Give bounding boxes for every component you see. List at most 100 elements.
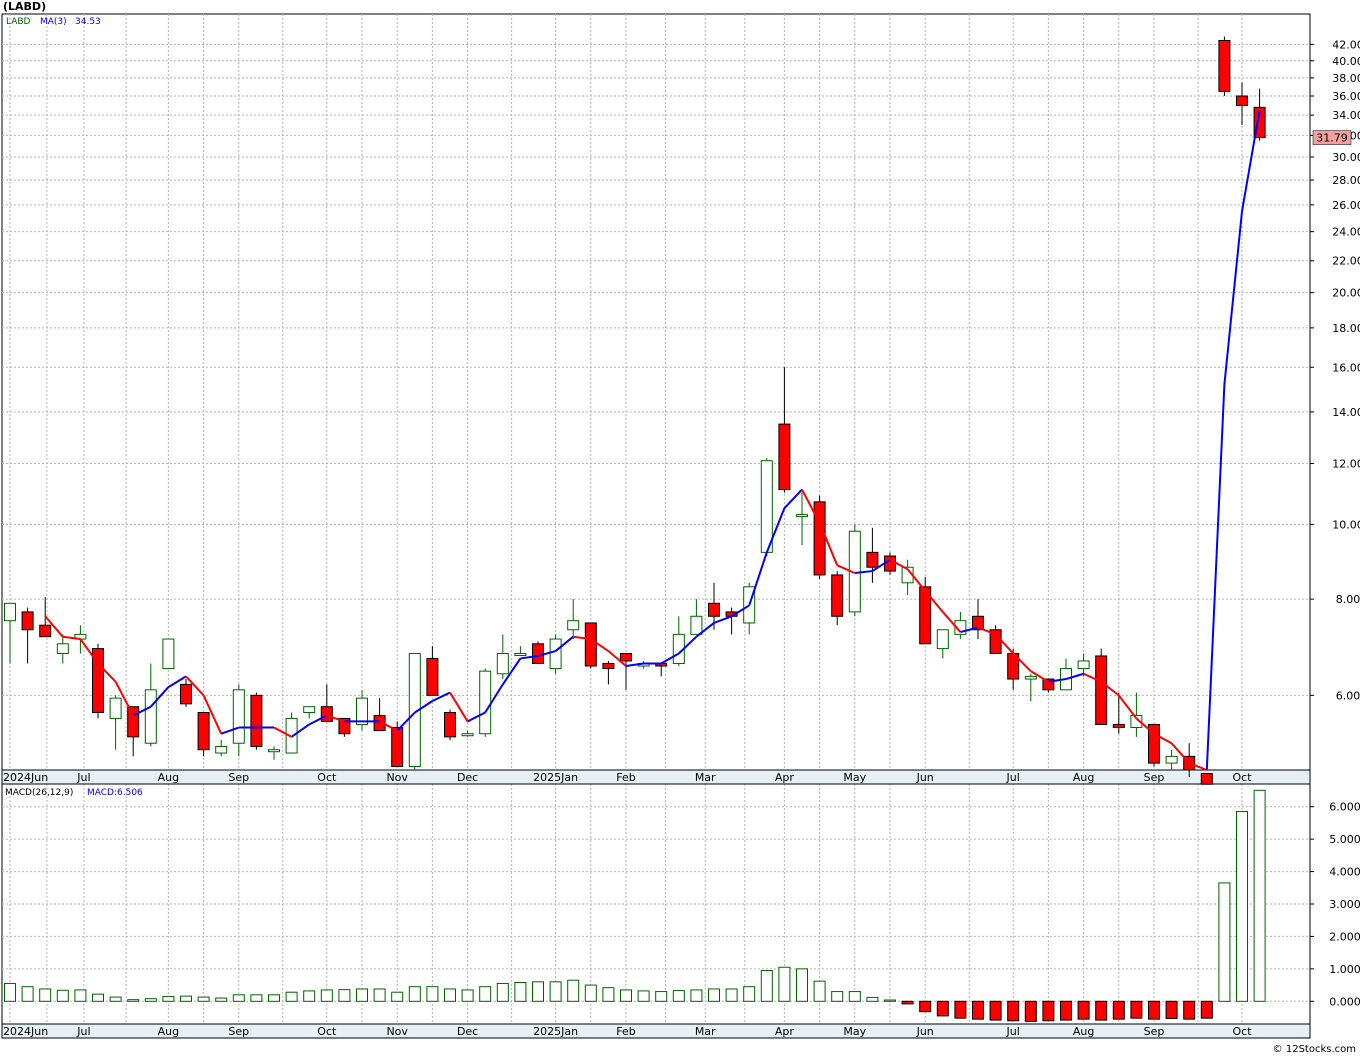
price-y-tick-label: 18.00: [1332, 322, 1360, 335]
macd-y-tick-label: 4.000: [1329, 866, 1360, 879]
macd-y-tick-label: 2.000: [1329, 930, 1360, 943]
price-x-tick-label: Oct: [1232, 771, 1252, 784]
candle-body: [532, 643, 544, 664]
macd-bar: [479, 986, 492, 1002]
macd-x-tick-label: May: [843, 1025, 866, 1038]
macd-bar: [1024, 1000, 1037, 1022]
price-y-tick-label: 6.00: [1336, 689, 1360, 702]
price-x-tick-label: Jul: [76, 771, 90, 784]
price-x-tick-label: Feb: [616, 771, 635, 784]
candle-body: [1077, 660, 1090, 670]
candle-body: [1218, 39, 1231, 92]
macd-bar: [1060, 1000, 1072, 1021]
macd-y-tick-label: 1.000: [1329, 963, 1360, 976]
price-y-tick-label: 38.00: [1332, 72, 1360, 85]
candle-body: [1095, 655, 1108, 725]
candle-body: [144, 689, 157, 744]
macd-bar: [532, 981, 544, 1002]
candle-body: [796, 514, 808, 518]
price-x-tick-label: Sep: [228, 771, 249, 784]
macd-bar: [21, 986, 34, 1002]
candle-body: [778, 423, 791, 491]
macd-y-tick-label: 0.000: [1329, 995, 1360, 1008]
macd-bar: [972, 1000, 984, 1020]
macd-bar: [936, 1000, 949, 1017]
macd-bar: [1200, 1000, 1213, 1019]
macd-bar: [180, 995, 192, 1002]
price-y-tick-label: 20.00: [1332, 287, 1360, 300]
candle-body: [866, 551, 879, 568]
candle-body: [4, 602, 16, 622]
price-legend-symbol: LABD: [6, 17, 31, 27]
price-x-tick-label: Oct: [317, 771, 337, 784]
macd-y-tick-label: 6.000: [1329, 801, 1360, 814]
candle-body: [127, 706, 140, 738]
macd-bar: [848, 991, 861, 1002]
macd-x-tick-label: Sep: [1144, 1025, 1165, 1038]
macd-bar: [1183, 1000, 1196, 1020]
price-x-axis-strip: [1, 769, 1311, 785]
macd-bar: [444, 988, 456, 1002]
macd-bar: [690, 989, 703, 1002]
price-y-tick-label: 26.00: [1332, 199, 1360, 212]
macd-x-tick-label: Nov: [386, 1025, 408, 1038]
candle-body: [426, 657, 439, 696]
candle-body: [250, 694, 263, 747]
candle-body: [567, 620, 580, 631]
macd-x-tick-label: Jun: [916, 1025, 934, 1038]
macd-bar: [56, 989, 69, 1002]
macd-bar: [1112, 1000, 1125, 1020]
macd-x-tick-label: 2024Jun: [3, 1025, 48, 1038]
macd-bar: [268, 994, 280, 1002]
macd-bar: [708, 988, 720, 1002]
price-legend-ma-value: 34.53: [75, 17, 101, 27]
price-y-tick-label: 42.00: [1332, 38, 1360, 51]
macd-bar: [109, 996, 122, 1002]
macd-bar: [796, 968, 808, 1002]
macd-legend-value: MACD:6.506: [87, 788, 143, 798]
macd-bar: [725, 988, 738, 1002]
candle-body: [268, 749, 280, 753]
price-y-tick-label: 8.00: [1336, 593, 1360, 606]
price-x-tick-label: 2024Jun: [3, 771, 48, 784]
macd-bar: [1042, 1000, 1055, 1022]
macd-x-tick-label: Jul: [76, 1025, 90, 1038]
macd-bar: [884, 999, 896, 1002]
macd-bar: [1148, 1000, 1160, 1020]
price-y-tick-label: 10.00: [1332, 518, 1360, 531]
macd-x-tick-label: Mar: [695, 1025, 716, 1038]
macd-bar: [1218, 882, 1231, 1002]
macd-bar: [584, 984, 597, 1002]
macd-bar: [426, 986, 439, 1002]
candle-body: [760, 460, 773, 553]
macd-bar: [320, 989, 333, 1002]
candle-body: [444, 712, 456, 738]
macd-bar: [778, 966, 791, 1002]
macd-bar: [1236, 811, 1248, 1002]
price-x-tick-label: Nov: [386, 771, 408, 784]
macd-bar: [514, 981, 527, 1002]
candle-body: [391, 727, 404, 768]
candle-body: [320, 706, 333, 722]
macd-bar: [74, 989, 87, 1002]
candle-body: [1024, 675, 1037, 680]
price-x-tick-label: Jun: [916, 771, 934, 784]
macd-bar: [901, 1000, 914, 1005]
price-y-tick-label: 30.00: [1332, 151, 1360, 164]
price-x-tick-label: Aug: [158, 771, 179, 784]
macd-bar: [655, 991, 668, 1002]
candle-body: [1112, 723, 1125, 729]
price-x-tick-label: Apr: [775, 771, 795, 784]
macd-bar: [39, 988, 52, 1002]
macd-x-tick-label: Sep: [228, 1025, 249, 1038]
macd-x-tick-label: Aug: [1073, 1025, 1094, 1038]
macd-x-tick-label: Oct: [317, 1025, 337, 1038]
price-x-tick-label: 2025Jan: [533, 771, 578, 784]
macd-x-tick-label: Apr: [775, 1025, 795, 1038]
macd-y-tick-label: 3.000: [1329, 898, 1360, 911]
price-y-tick-label: 12.00: [1332, 457, 1360, 470]
macd-bar: [303, 990, 316, 1002]
macd-bar: [567, 979, 580, 1002]
macd-bar: [954, 1000, 967, 1019]
macd-bar: [197, 996, 210, 1002]
